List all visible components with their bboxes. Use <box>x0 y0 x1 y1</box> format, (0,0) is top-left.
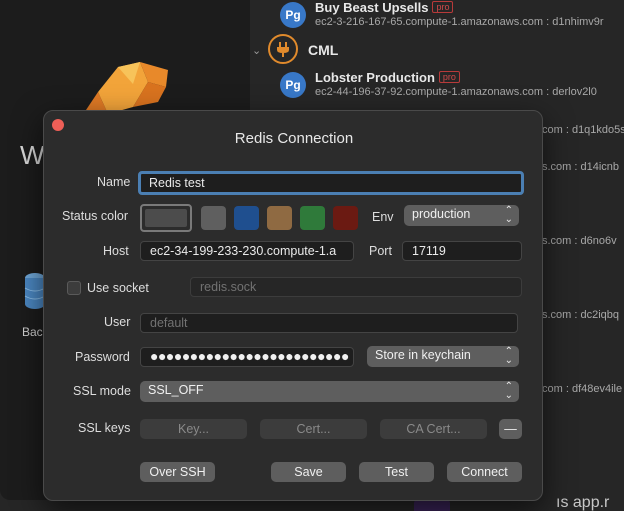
ssl-cert-button[interactable]: Cert... <box>260 419 367 439</box>
status-color-label: Status color <box>62 209 129 223</box>
connection-host-peek: com : df48ev4ile <box>542 383 623 395</box>
password-label: Password <box>75 350 130 364</box>
connection-host-peek: s.com : dc2iqbq <box>542 309 620 321</box>
backup-label: Bac <box>22 325 43 339</box>
app-peek: ıs app.r <box>556 494 610 511</box>
updown-icon: ⌃ ⌄ <box>504 346 513 366</box>
password-store-select[interactable]: Store in keychain ⌃ ⌄ <box>367 346 519 367</box>
ssl-key-button[interactable]: Key... <box>140 419 247 439</box>
host-input[interactable]: ec2-34-199-233-230.compute-1.a <box>140 241 354 261</box>
use-socket-label: Use socket <box>87 281 149 295</box>
connect-button[interactable]: Connect <box>447 462 522 482</box>
connection-host-peek: s.com : d6no6v <box>542 235 617 247</box>
status-color-swatch[interactable] <box>234 206 259 230</box>
plug-glyph <box>277 42 289 57</box>
name-input[interactable]: Redis test <box>138 171 524 195</box>
window-gap <box>0 500 624 511</box>
password-dots: ●●●●●●●●●●●●●●●●●●●●●●●●● <box>150 348 349 364</box>
env-select[interactable]: production ⌃ ⌄ <box>404 205 519 226</box>
status-color-swatch[interactable] <box>300 206 325 230</box>
postgres-icon: Pg <box>280 2 306 28</box>
ssl-keys-label: SSL keys <box>78 421 131 435</box>
updown-icon: ⌃ ⌄ <box>504 381 513 401</box>
status-color-swatch[interactable] <box>201 206 226 230</box>
host-label: Host <box>103 244 129 258</box>
status-color-swatch <box>145 209 187 227</box>
group-cml[interactable]: ⌄ CML <box>252 34 392 64</box>
connection-name-text: Buy Beast Upsells <box>315 0 429 15</box>
postgres-icon: Pg <box>280 72 306 98</box>
use-socket-checkbox[interactable] <box>67 281 81 295</box>
env-label: Env <box>372 210 394 224</box>
ssl-ca-cert-button[interactable]: CA Cert... <box>380 419 487 439</box>
connection-host: ec2-3-216-167-65.compute-1.amazonaws.com… <box>315 16 604 28</box>
password-input[interactable]: ●●●●●●●●●●●●●●●●●●●●●●●●● <box>140 347 354 367</box>
user-label: User <box>104 315 131 329</box>
status-color-selected[interactable] <box>140 204 192 232</box>
chevron-down-icon[interactable]: ⌄ <box>252 44 261 57</box>
over-ssh-button[interactable]: Over SSH <box>140 462 215 482</box>
pro-badge: pro <box>432 1 454 13</box>
connection-name-text: Lobster Production <box>315 70 435 85</box>
port-input[interactable]: 17119 <box>402 241 522 261</box>
env-select-value: production <box>412 207 471 221</box>
connection-host-peek: com : d1q1kdo5s <box>542 124 624 136</box>
pro-badge: pro <box>438 71 460 83</box>
group-label: CML <box>308 42 339 58</box>
password-store-value: Store in keychain <box>375 348 471 362</box>
ssl-mode-value: SSL_OFF <box>148 383 204 397</box>
status-color-swatch[interactable] <box>267 206 292 230</box>
user-input[interactable]: default <box>140 313 518 333</box>
port-label: Port <box>369 244 392 258</box>
save-button[interactable]: Save <box>271 462 346 482</box>
plug-icon <box>268 34 298 64</box>
socket-input[interactable]: redis.sock <box>190 277 522 297</box>
ssl-mode-label: SSL mode <box>73 384 131 398</box>
connection-name: Buy Beast Upsells pro <box>315 0 454 15</box>
tag-peek <box>414 500 450 511</box>
name-label: Name <box>97 175 131 189</box>
ssl-mode-select[interactable]: SSL_OFF ⌃ ⌄ <box>140 381 519 402</box>
connection-name: Lobster Production pro <box>315 70 460 85</box>
test-button[interactable]: Test <box>359 462 434 482</box>
updown-icon: ⌃ ⌄ <box>504 205 513 225</box>
connection-host-peek: s.com : d14icnb <box>542 161 620 173</box>
dialog-title: Redis Connection <box>234 130 354 147</box>
connection-host: ec2-44-196-37-92.compute-1.amazonaws.com… <box>315 86 597 98</box>
ssl-remove-button[interactable]: — <box>499 419 522 439</box>
redis-connection-dialog: Redis Connection Name Redis test Status … <box>43 110 543 501</box>
status-color-swatch[interactable] <box>333 206 358 230</box>
